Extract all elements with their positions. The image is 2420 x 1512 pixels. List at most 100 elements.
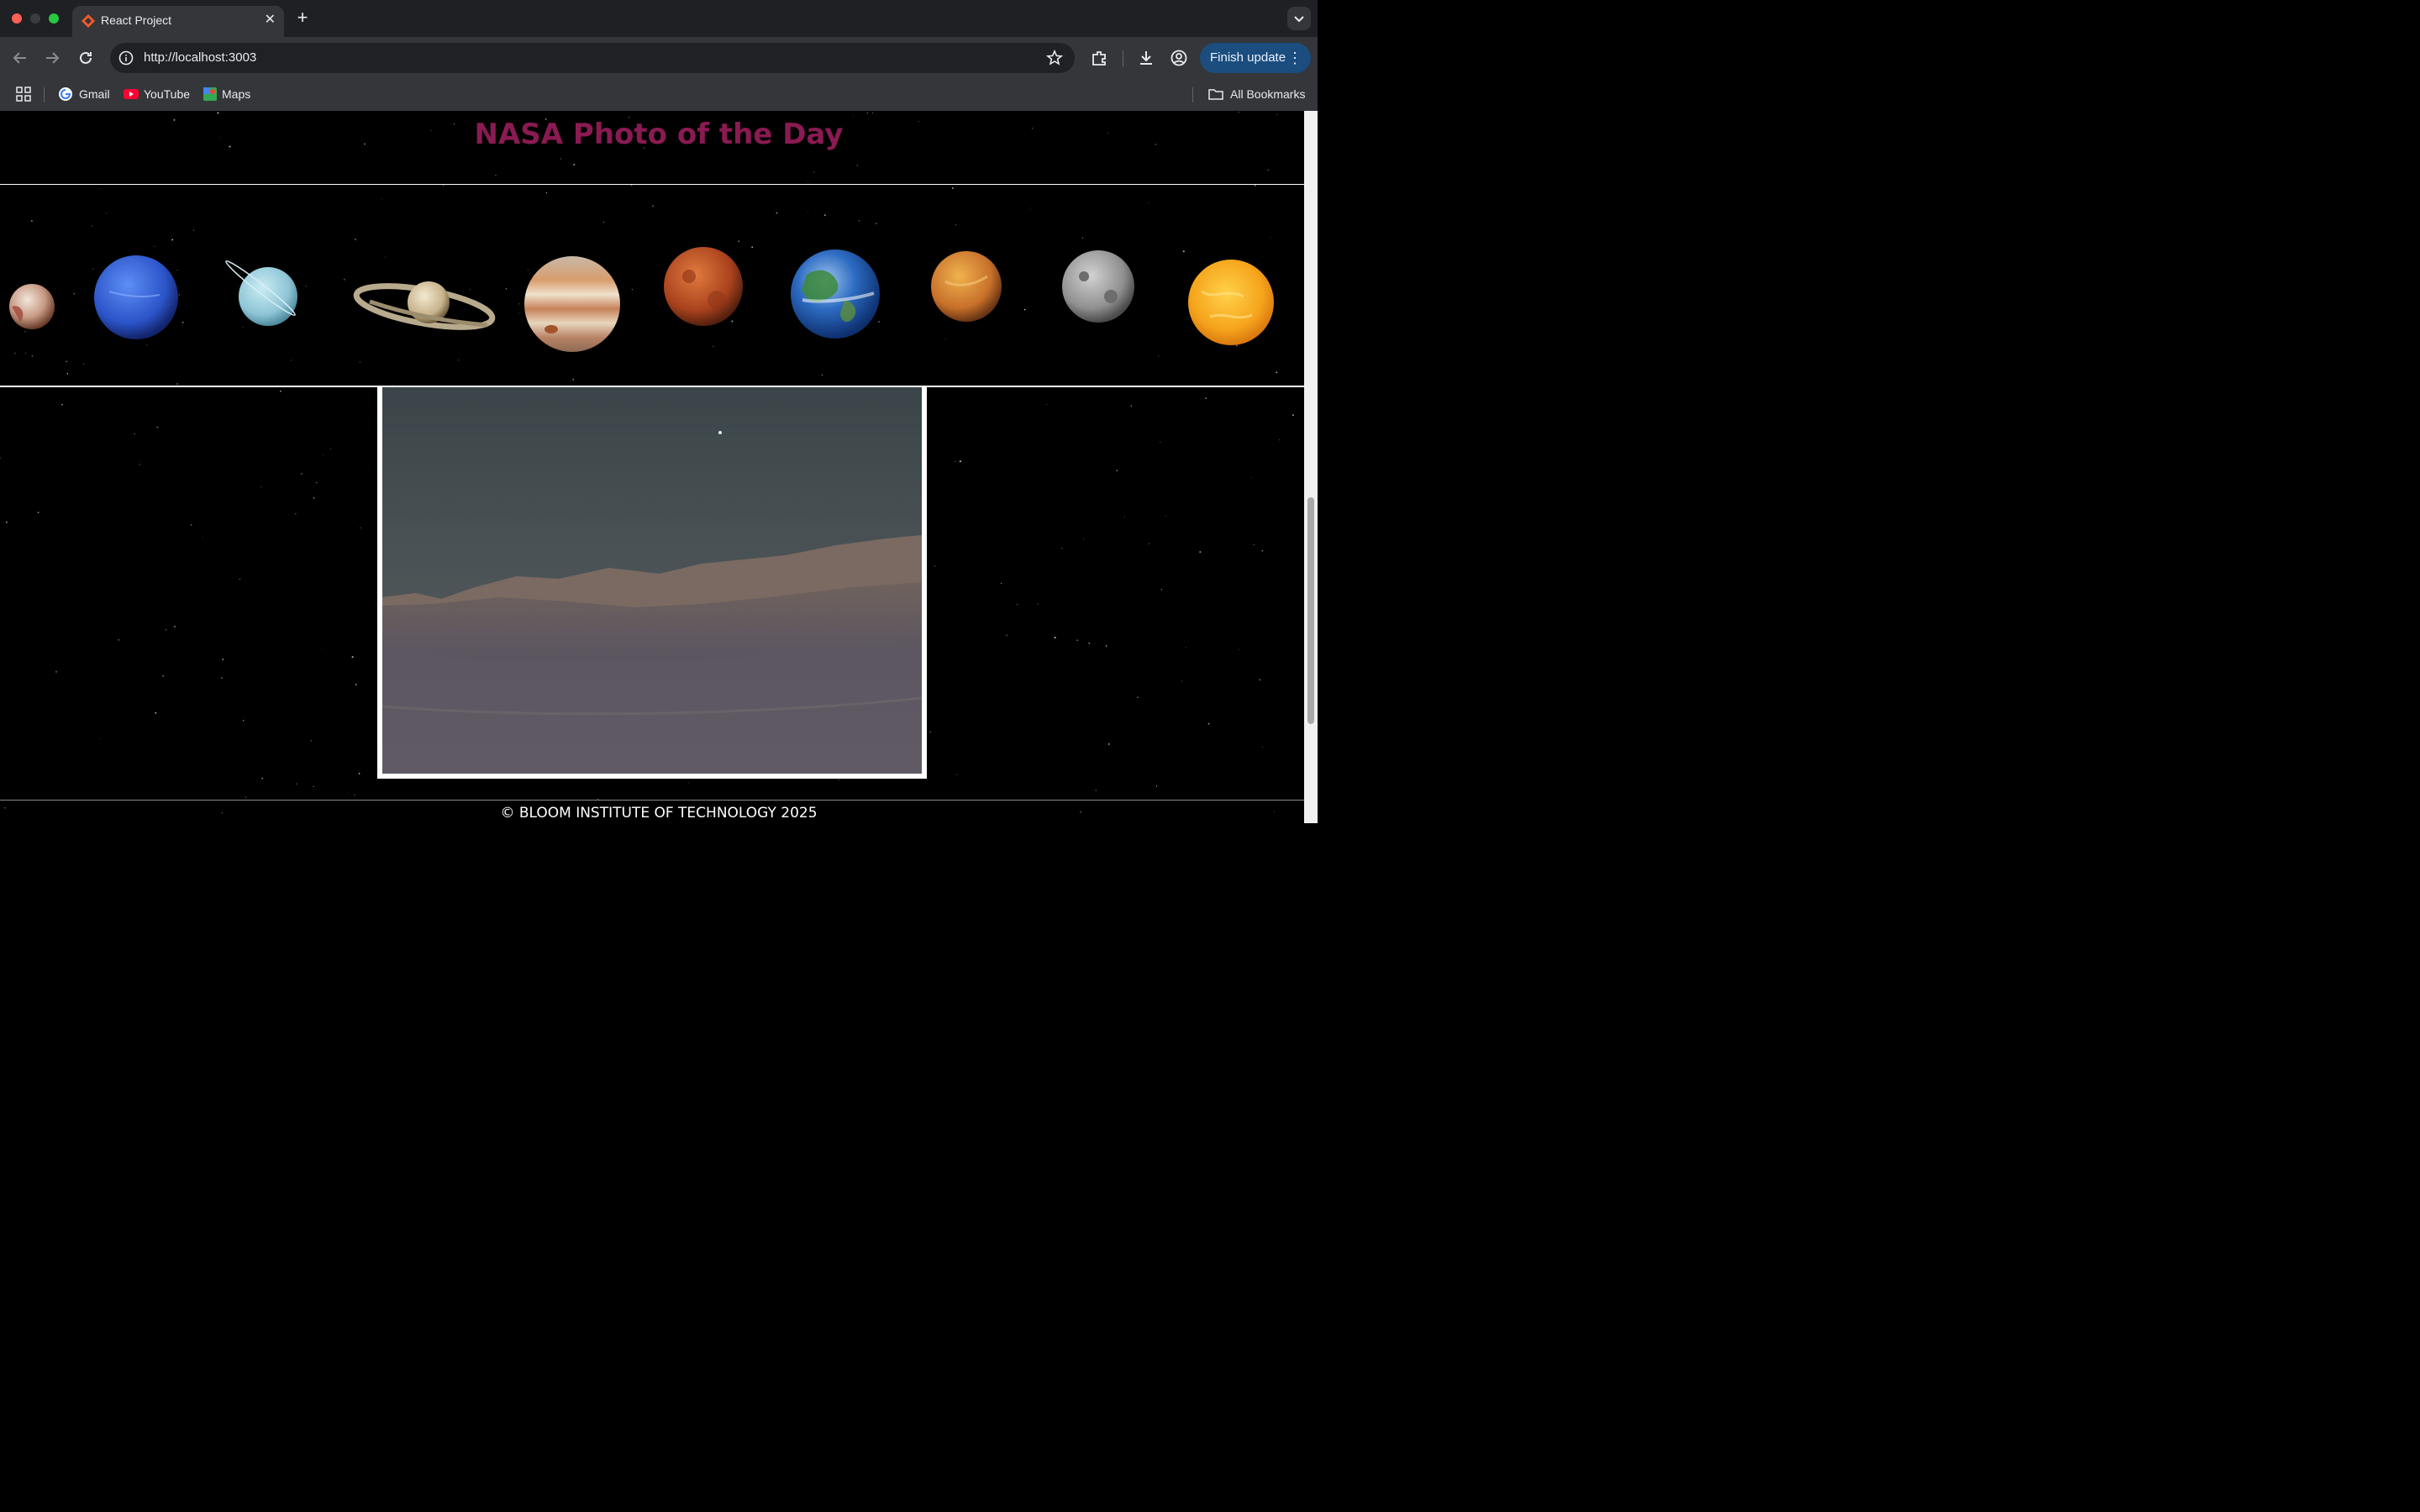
star-dot	[1116, 470, 1118, 472]
star-dot	[300, 472, 302, 475]
address-bar[interactable]: http://localhost:3003	[110, 43, 1075, 73]
site-info-icon[interactable]	[118, 50, 134, 66]
bookmark-star-icon[interactable]	[1046, 50, 1063, 66]
star-dot	[853, 116, 855, 117]
page-scrollbar[interactable]	[1304, 111, 1318, 823]
star-dot	[37, 512, 39, 513]
star-dot	[162, 675, 165, 677]
star-dot	[573, 163, 576, 166]
star-dot	[1037, 603, 1039, 605]
star-dot	[1160, 589, 1163, 591]
star-dot	[347, 791, 349, 793]
venus-planet	[931, 251, 1002, 322]
star-dot	[1165, 515, 1167, 517]
star-dot	[1207, 722, 1210, 725]
star-dot	[323, 454, 324, 455]
star-dot	[118, 638, 120, 641]
star-dot	[1082, 538, 1084, 539]
star-dot	[0, 457, 1, 459]
star-dot	[1088, 642, 1091, 644]
star-dot	[313, 497, 315, 499]
star-dot	[190, 524, 192, 526]
star-dot	[5, 521, 8, 523]
star-dot	[260, 486, 262, 488]
star-dot	[155, 711, 157, 714]
star-dot	[176, 383, 179, 386]
star-dot	[280, 390, 281, 392]
browser-toolbar: http://localhost:3003 Finish update ⋮	[0, 37, 1318, 77]
star-dot	[1181, 680, 1183, 682]
star-dot	[955, 224, 956, 226]
star-dot	[1250, 476, 1252, 478]
star-dot	[174, 626, 176, 627]
star-dot	[1000, 582, 1002, 585]
minimize-window-button[interactable]	[30, 13, 40, 24]
star-dot	[31, 220, 33, 222]
star-dot	[823, 214, 826, 217]
star-dot	[602, 222, 604, 223]
star-dot	[355, 239, 356, 240]
star-dot	[1270, 237, 1272, 239]
apps-grid-icon[interactable]	[16, 87, 31, 102]
star-dot	[1253, 543, 1255, 546]
more-menu-icon[interactable]: ⋮	[1287, 43, 1302, 73]
star-dot	[192, 229, 194, 231]
star-dot	[106, 213, 108, 214]
earth-planet	[791, 249, 880, 339]
star-dot	[245, 796, 246, 798]
maximize-window-button[interactable]	[49, 13, 59, 24]
reload-icon[interactable]	[76, 49, 95, 67]
saturn-planet	[353, 281, 496, 330]
all-bookmarks[interactable]: All Bookmarks	[1230, 87, 1305, 101]
react-favicon-icon	[82, 14, 95, 28]
star-dot	[876, 223, 877, 224]
star-dot	[294, 512, 297, 515]
star-dot	[1123, 516, 1125, 517]
bookmark-gmail[interactable]: Gmail	[79, 87, 110, 101]
url-text[interactable]: http://localhost:3003	[144, 50, 256, 65]
star-dot	[959, 460, 961, 463]
download-icon[interactable]	[1137, 49, 1155, 67]
star-dot	[261, 777, 264, 780]
back-icon[interactable]	[11, 49, 29, 67]
finish-update-label: Finish update	[1210, 50, 1286, 65]
star-dot	[956, 774, 958, 775]
star-dot	[1276, 371, 1278, 374]
star-dot	[688, 782, 690, 784]
footer-divider	[0, 800, 1304, 801]
star-dot	[100, 738, 102, 739]
finish-update-button[interactable]: Finish update ⋮	[1200, 43, 1311, 73]
folder-icon	[1208, 89, 1223, 100]
star-dot	[242, 719, 245, 722]
forward-icon[interactable]	[43, 49, 61, 67]
star-dot	[951, 187, 954, 189]
bookmarks-bar: Gmail YouTube Maps All Bookmarks	[0, 77, 1318, 111]
star-dot	[495, 174, 497, 176]
maps-icon	[203, 87, 217, 101]
close-tab-icon[interactable]: ✕	[265, 13, 276, 28]
extensions-icon[interactable]	[1090, 49, 1108, 67]
mercury-planet	[1062, 250, 1134, 323]
bookmark-maps[interactable]: Maps	[222, 87, 250, 101]
close-window-button[interactable]	[12, 13, 22, 24]
star-dot	[355, 683, 357, 685]
star-dot	[313, 785, 314, 788]
new-tab-button[interactable]: +	[294, 8, 311, 27]
star-dot	[82, 364, 85, 365]
star-dot	[217, 112, 219, 114]
youtube-icon	[124, 89, 139, 99]
star-dot	[651, 205, 654, 207]
scrollbar-thumb[interactable]	[1307, 497, 1314, 724]
star-dot	[1262, 747, 1264, 748]
star-dot	[1261, 549, 1264, 552]
profile-icon[interactable]	[1170, 49, 1188, 67]
star-dot	[139, 464, 140, 465]
tab-search-button[interactable]	[1287, 7, 1311, 30]
star-dot	[98, 188, 100, 190]
active-tab[interactable]: React Project ✕	[72, 6, 284, 37]
bookmark-youtube[interactable]: YouTube	[144, 87, 190, 101]
star-dot	[572, 379, 574, 381]
star-dot	[156, 426, 159, 428]
star-dot	[1076, 639, 1078, 641]
header-divider	[0, 184, 1304, 185]
